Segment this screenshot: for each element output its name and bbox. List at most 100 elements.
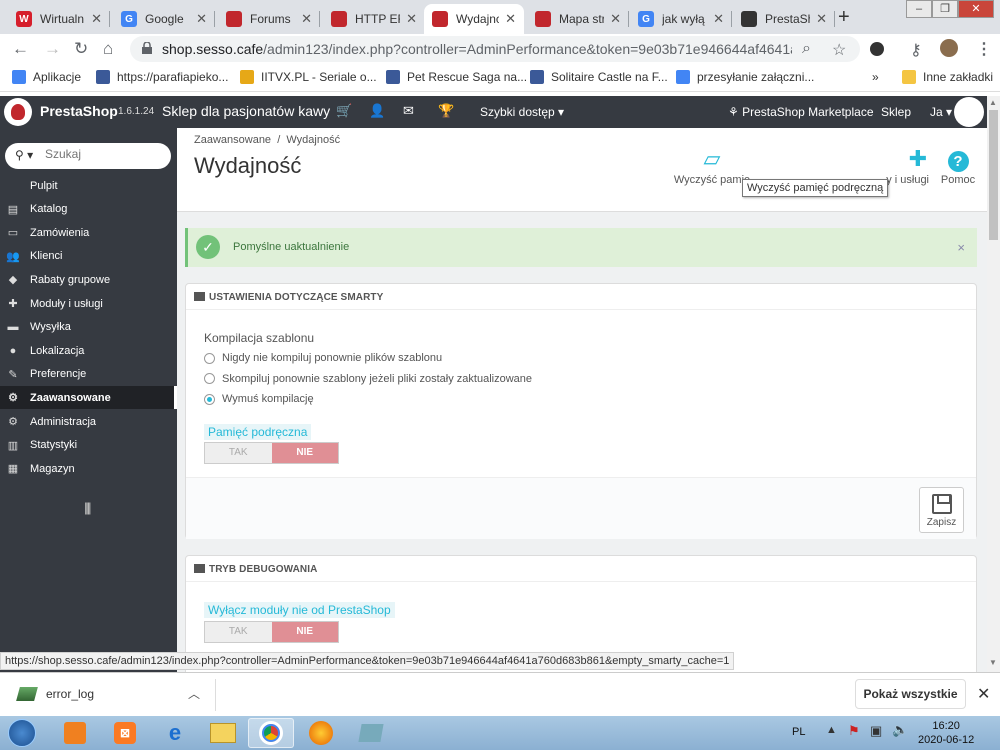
browser-tab[interactable]: Wydajnc ✕ bbox=[424, 4, 524, 34]
taskbar-app[interactable] bbox=[348, 718, 394, 748]
reload-icon[interactable]: ↻ bbox=[74, 39, 88, 59]
action-center-icon[interactable]: ⚑ bbox=[848, 723, 860, 739]
key-icon[interactable]: ⚷ bbox=[910, 40, 922, 60]
employee-avatar[interactable] bbox=[954, 97, 984, 127]
collapse-menu-icon[interactable]: |||| bbox=[84, 500, 91, 515]
other-bookmarks[interactable]: Inne zakładki bbox=[902, 70, 993, 84]
sidebar-item-klienci[interactable]: 👥 Klienci bbox=[0, 245, 177, 268]
home-icon[interactable]: ⌂ bbox=[103, 39, 113, 59]
menu-icon[interactable]: ⋮ bbox=[976, 39, 992, 59]
taskbar-firefox[interactable] bbox=[298, 718, 344, 748]
browser-tab[interactable]: G Google ✕ bbox=[113, 4, 215, 34]
start-button[interactable] bbox=[2, 718, 42, 748]
breadcrumb-parent[interactable]: Zaawansowane bbox=[194, 134, 271, 146]
more-bookmarks-button[interactable]: » bbox=[872, 70, 879, 84]
network-icon[interactable]: ▣ bbox=[870, 723, 882, 739]
volume-icon[interactable]: 🔈 bbox=[892, 722, 908, 738]
new-tab-button[interactable]: + bbox=[838, 6, 850, 29]
bookmark-item[interactable]: https://parafiapieko... bbox=[96, 70, 228, 84]
zoom-icon[interactable]: ⌕ bbox=[802, 40, 811, 58]
minimize-button[interactable]: ‒ bbox=[906, 0, 932, 18]
cache-yes-option[interactable]: TAK bbox=[205, 443, 272, 463]
save-button[interactable]: Zapisz bbox=[919, 487, 964, 533]
cart-icon[interactable]: 🛒 bbox=[336, 103, 352, 119]
sidebar-item-statystyki[interactable]: ▥ Statystyki bbox=[0, 434, 177, 457]
search-icon[interactable]: ⚲ ▾ bbox=[15, 148, 33, 162]
taskbar-ie[interactable]: e bbox=[152, 718, 198, 748]
user-icon[interactable]: 👤 bbox=[369, 103, 385, 119]
show-all-button[interactable]: Pokaż wszystkie bbox=[855, 679, 966, 709]
sidebar-item-preferencje[interactable]: ✎ Preferencje bbox=[0, 363, 177, 386]
sidebar-item-magazyn[interactable]: ▦ Magazyn bbox=[0, 457, 177, 480]
taskbar-media-player[interactable] bbox=[52, 718, 98, 748]
compile-option-radio[interactable]: Skompiluj ponownie szablony jeżeli pliki… bbox=[204, 373, 532, 385]
compile-option-radio[interactable]: Wymuś kompilację bbox=[204, 393, 314, 405]
shop-link[interactable]: Sklep bbox=[881, 105, 911, 119]
close-tab-icon[interactable]: ✕ bbox=[406, 11, 417, 27]
vertical-scrollbar[interactable]: ▲ ▼ bbox=[987, 96, 1000, 672]
sidebar-item-modu-y-i-us-ugi[interactable]: ✚ Moduły i usługi bbox=[0, 292, 177, 315]
cache-no-option[interactable]: NIE bbox=[271, 443, 338, 463]
envelope-icon[interactable]: ✉ bbox=[403, 103, 414, 119]
restore-button[interactable]: ❐ bbox=[932, 0, 958, 18]
sidebar-item-rabaty-grupowe[interactable]: ◆ Rabaty grupowe bbox=[0, 268, 177, 291]
back-icon[interactable]: ← bbox=[12, 39, 29, 59]
browser-tab[interactable]: W Wirtualn ✕ bbox=[8, 4, 110, 34]
bookmark-item[interactable]: Aplikacje bbox=[12, 70, 81, 84]
close-alert-icon[interactable]: × bbox=[957, 240, 965, 255]
close-tab-icon[interactable]: ✕ bbox=[816, 11, 827, 27]
forward-icon[interactable]: → bbox=[44, 39, 61, 59]
sidebar-item-lokalizacja[interactable]: ● Lokalizacja bbox=[0, 339, 177, 362]
sidebar-item-pulpit[interactable]: Pulpit bbox=[0, 174, 177, 197]
address-bar[interactable]: shop.sesso.cafe/admin123/index.php?contr… bbox=[130, 36, 860, 62]
browser-tab[interactable]: Gjak wyłą ✕ bbox=[630, 4, 732, 34]
extension-icon[interactable] bbox=[870, 42, 884, 56]
bookmark-item[interactable]: Solitaire Castle na F... bbox=[530, 70, 668, 84]
download-item[interactable]: error_log bbox=[46, 687, 94, 701]
close-tab-icon[interactable]: ✕ bbox=[196, 11, 207, 27]
bookmark-item[interactable]: przesyłanie załączni... bbox=[676, 70, 814, 84]
compile-option-radio[interactable]: Nigdy nie kompiluj ponownie plików szabl… bbox=[204, 352, 442, 364]
scroll-down-icon[interactable]: ▼ bbox=[989, 658, 997, 667]
scroll-thumb[interactable] bbox=[989, 110, 998, 240]
clear-cache-button[interactable]: ▱ Wyczyść pamię bbox=[672, 146, 752, 186]
show-hidden-icons[interactable]: ▲ bbox=[826, 724, 837, 736]
modules-yes-option[interactable]: TAK bbox=[205, 622, 272, 642]
scroll-up-icon[interactable]: ▲ bbox=[989, 98, 997, 107]
sidebar-item-wysy-ka[interactable]: ▬ Wysyłka bbox=[0, 316, 177, 339]
sidebar-item-administracja[interactable]: ⚙ Administracja bbox=[0, 410, 177, 433]
language-indicator[interactable]: PL bbox=[792, 726, 805, 738]
shop-name[interactable]: Sklep dla pasjonatów kawy bbox=[162, 103, 330, 119]
sidebar-item-katalog[interactable]: ▤ Katalog bbox=[0, 198, 177, 221]
browser-tab[interactable]: PrestaSh ✕ bbox=[733, 4, 835, 34]
close-tab-icon[interactable]: ✕ bbox=[505, 11, 516, 27]
help-button[interactable]: ? Pomoc bbox=[937, 146, 979, 186]
taskbar-xampp[interactable]: ⊠ bbox=[102, 718, 148, 748]
close-tab-icon[interactable]: ✕ bbox=[610, 11, 621, 27]
modules-no-option[interactable]: NIE bbox=[271, 622, 338, 642]
trophy-icon[interactable]: 🏆 bbox=[438, 103, 454, 119]
close-tab-icon[interactable]: ✕ bbox=[91, 11, 102, 27]
star-icon[interactable]: ☆ bbox=[832, 40, 846, 60]
browser-tab[interactable]: HTTP ER ✕ bbox=[323, 4, 425, 34]
marketplace-link[interactable]: ⚘ PrestaShop Marketplace bbox=[728, 105, 874, 119]
taskbar-explorer[interactable] bbox=[200, 718, 246, 748]
clock[interactable]: 16:20 2020-06-12 bbox=[918, 719, 974, 747]
quick-access-menu[interactable]: Szybki dostęp ▾ bbox=[480, 105, 564, 119]
radio-circle[interactable] bbox=[204, 393, 215, 405]
close-icon[interactable]: ✕ bbox=[977, 684, 990, 704]
bookmark-item[interactable]: Pet Rescue Saga na... bbox=[386, 70, 527, 84]
search-input[interactable] bbox=[45, 147, 155, 161]
bookmark-item[interactable]: IITVX.PL - Seriale o... bbox=[240, 70, 377, 84]
browser-tab[interactable]: Forums ✕ bbox=[218, 4, 320, 34]
prestashop-logo[interactable] bbox=[4, 98, 32, 126]
chevron-up-icon[interactable]: ︿ bbox=[188, 685, 200, 702]
taskbar-chrome[interactable] bbox=[248, 718, 294, 748]
radio-circle[interactable] bbox=[204, 373, 215, 384]
profile-avatar[interactable] bbox=[940, 39, 958, 57]
sidebar-item-zam-wienia[interactable]: ▭ Zamówienia bbox=[0, 221, 177, 244]
close-window-button[interactable]: ✕ bbox=[958, 0, 994, 18]
close-tab-icon[interactable]: ✕ bbox=[301, 11, 312, 27]
sidebar-item-zaawansowane[interactable]: ⚙ Zaawansowane bbox=[0, 386, 177, 410]
close-tab-icon[interactable]: ✕ bbox=[713, 11, 724, 27]
